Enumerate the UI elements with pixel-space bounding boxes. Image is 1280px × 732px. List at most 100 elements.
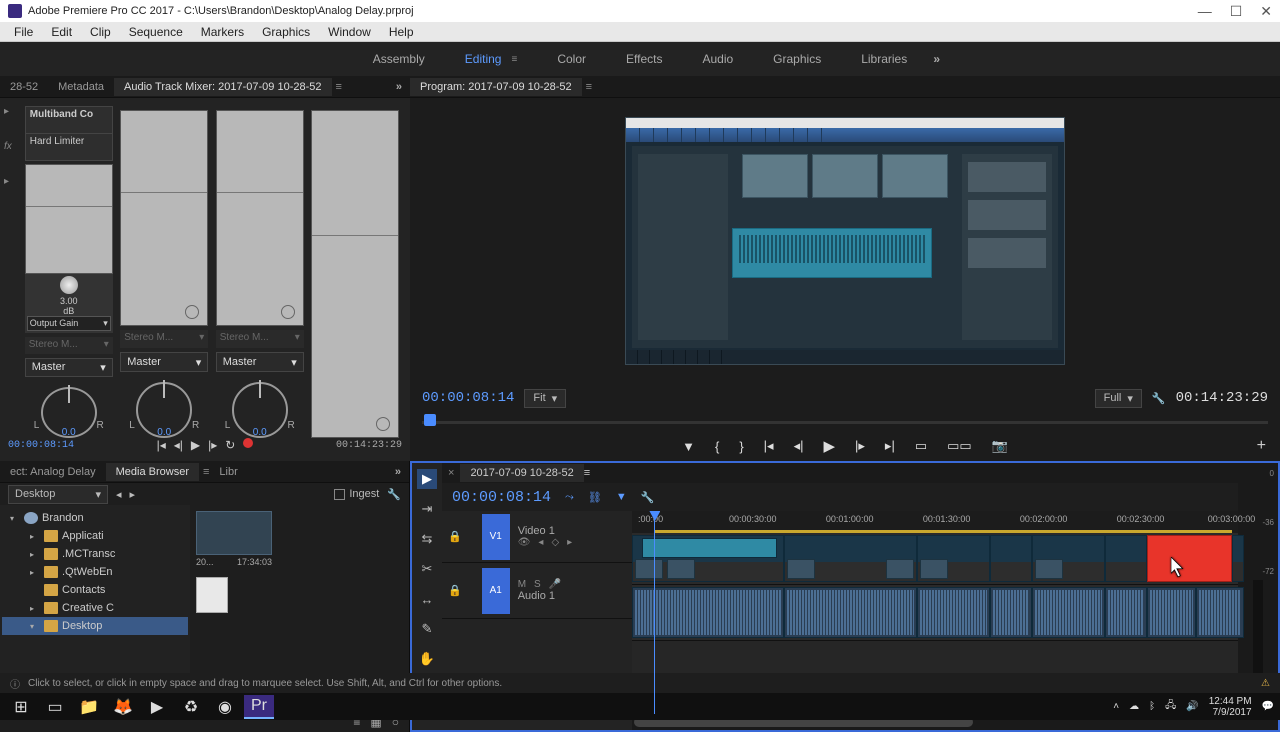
video-clip[interactable] xyxy=(1232,535,1244,582)
go-to-out-button[interactable]: ▸| xyxy=(885,438,895,454)
seq-tab-menu-icon[interactable]: ≡ xyxy=(584,467,590,479)
menu-markers[interactable]: Markers xyxy=(193,23,252,41)
media-thumbnail[interactable]: 20...17:34:03 xyxy=(196,511,272,567)
ws-libraries[interactable]: Libraries xyxy=(861,52,907,66)
start-button[interactable]: ⊞ xyxy=(6,695,36,719)
video-clip[interactable] xyxy=(784,535,917,582)
bluetooth-icon[interactable]: ᛒ xyxy=(1149,701,1155,712)
audio-clip[interactable] xyxy=(917,587,990,638)
marker-icon[interactable]: ▼ xyxy=(616,491,627,503)
ws-color[interactable]: Color xyxy=(557,52,586,66)
firefox-icon[interactable]: 🦊 xyxy=(108,695,138,719)
playhead-icon[interactable] xyxy=(424,414,436,426)
audio-clip[interactable] xyxy=(1105,587,1147,638)
filter-wrench-icon[interactable]: 🔧 xyxy=(387,488,401,501)
minimize-button[interactable]: — xyxy=(1198,3,1212,20)
hand-tool-icon[interactable]: ✋ xyxy=(417,649,437,669)
obs-icon[interactable]: ◉ xyxy=(210,695,240,719)
maximize-button[interactable]: ☐ xyxy=(1230,3,1243,20)
step-forward-button[interactable]: |▸ xyxy=(855,438,865,454)
nav-fwd-icon[interactable]: ▸ xyxy=(130,488,136,501)
button-editor-icon[interactable]: + xyxy=(1257,437,1266,455)
tree-item[interactable]: Applicati xyxy=(62,530,104,542)
pan-knob-1[interactable] xyxy=(41,387,97,438)
notification-icon[interactable]: 💬 xyxy=(1262,701,1274,712)
extract-icon[interactable]: ▭▭ xyxy=(947,438,972,454)
mixer-timecode-in[interactable]: 00:00:08:14 xyxy=(8,440,74,451)
output-gain[interactable]: 3.00 dB Output Gain▾ xyxy=(25,274,113,333)
stereo-send[interactable]: Stereo M...▾ xyxy=(25,337,113,354)
target-a1[interactable]: A1 xyxy=(482,568,510,614)
loop-icon[interactable]: ↻ xyxy=(225,438,235,452)
tree-item[interactable]: Creative C xyxy=(62,602,114,614)
target-v1[interactable]: V1 xyxy=(482,514,510,560)
ws-editing[interactable]: Editing xyxy=(465,52,502,66)
timeline-timecode[interactable]: 00:00:08:14 xyxy=(452,489,551,506)
ws-graphics[interactable]: Graphics xyxy=(773,52,821,66)
menu-file[interactable]: File xyxy=(6,23,41,41)
fx-slot-multiband[interactable]: Multiband Co xyxy=(25,106,113,134)
tree-item[interactable]: .QtWebEn xyxy=(62,566,113,578)
tree-item-desktop[interactable]: Desktop xyxy=(62,620,102,632)
program-scrubber[interactable] xyxy=(422,413,1268,431)
menu-edit[interactable]: Edit xyxy=(43,23,80,41)
audio-clip[interactable] xyxy=(1196,587,1244,638)
menu-help[interactable]: Help xyxy=(381,23,422,41)
play-button[interactable]: ▶ xyxy=(823,437,835,455)
audio-clip[interactable] xyxy=(990,587,1032,638)
warning-icon[interactable]: ⚠ xyxy=(1261,678,1270,689)
add-marker-icon[interactable]: ▼ xyxy=(682,439,695,454)
selection-tool-icon[interactable]: ▶ xyxy=(417,469,437,489)
menu-graphics[interactable]: Graphics xyxy=(254,23,318,41)
gain-knob-icon[interactable] xyxy=(60,276,78,294)
system-clock[interactable]: 12:44 PM 7/9/2017 xyxy=(1209,696,1252,718)
fx-toggle-icon[interactable]: ▸ xyxy=(4,106,20,117)
tab-metadata[interactable]: Metadata xyxy=(48,78,114,96)
location-select[interactable]: Desktop▾ xyxy=(8,485,108,504)
settings-wrench-icon[interactable]: 🔧 xyxy=(1152,392,1166,405)
ws-effects[interactable]: Effects xyxy=(626,52,662,66)
program-preview[interactable] xyxy=(625,117,1065,365)
video-clip[interactable] xyxy=(1105,535,1147,582)
tab-media-browser[interactable]: Media Browser xyxy=(106,463,199,481)
ws-assembly[interactable]: Assembly xyxy=(373,52,425,66)
step-fwd-icon[interactable]: |▸ xyxy=(208,438,217,452)
mute-button[interactable]: M xyxy=(518,579,526,590)
sends-toggle-icon[interactable]: ▸ xyxy=(4,176,20,187)
step-back-icon[interactable]: ◂| xyxy=(174,438,183,452)
tab-menu-icon[interactable]: ≡ xyxy=(336,81,342,93)
premiere-taskbar-icon[interactable]: Pr xyxy=(244,695,274,719)
solo-button[interactable]: S xyxy=(534,579,541,590)
nav-back-icon[interactable]: ◂ xyxy=(116,488,122,501)
blender-icon[interactable]: ♻ xyxy=(176,695,206,719)
tab-audio-mixer[interactable]: Audio Track Mixer: 2017-07-09 10-28-52 xyxy=(114,78,332,96)
output-assign-3[interactable]: Master▾ xyxy=(216,352,304,372)
video-clip[interactable] xyxy=(1032,535,1105,582)
go-to-in-icon[interactable]: |◂ xyxy=(157,438,166,452)
lock-a1-icon[interactable]: 🔒 xyxy=(448,584,462,597)
stereo-send-3[interactable]: Stereo M...▾ xyxy=(216,330,304,348)
video-clip[interactable] xyxy=(917,535,990,582)
close-seq-icon[interactable]: × xyxy=(442,467,460,479)
lock-v1-icon[interactable]: 🔒 xyxy=(448,530,462,543)
linked-selection-icon[interactable]: ⛓ xyxy=(588,491,602,504)
onedrive-icon[interactable]: ☁ xyxy=(1129,701,1139,712)
ws-editing-menu-icon[interactable]: ≡ xyxy=(511,54,517,65)
tab-libraries[interactable]: Libr xyxy=(209,463,247,481)
video-track-1[interactable] xyxy=(632,533,1238,585)
file-explorer-icon[interactable]: 📁 xyxy=(74,695,104,719)
audio-clip[interactable] xyxy=(1032,587,1105,638)
tree-user[interactable]: Brandon xyxy=(42,512,84,524)
close-button[interactable]: ✕ xyxy=(1260,3,1272,20)
panel-overflow-icon[interactable]: » xyxy=(396,81,402,93)
resolution-select[interactable]: Full▾ xyxy=(1095,389,1142,408)
task-view-icon[interactable]: ▭ xyxy=(40,695,70,719)
vlc-icon[interactable]: ▶ xyxy=(142,695,172,719)
snap-icon[interactable]: ⤳ xyxy=(565,491,574,504)
time-ruler[interactable]: :00:00 00:00:30:00 00:01:00:00 00:01:30:… xyxy=(632,511,1238,533)
network-icon[interactable]: 🖧 xyxy=(1165,698,1176,715)
tree-item[interactable]: .MCTransc xyxy=(62,548,115,560)
audio-clip[interactable] xyxy=(1147,587,1195,638)
play-icon[interactable]: ▶ xyxy=(191,438,200,452)
tray-up-icon[interactable]: ˄ xyxy=(1113,701,1119,712)
